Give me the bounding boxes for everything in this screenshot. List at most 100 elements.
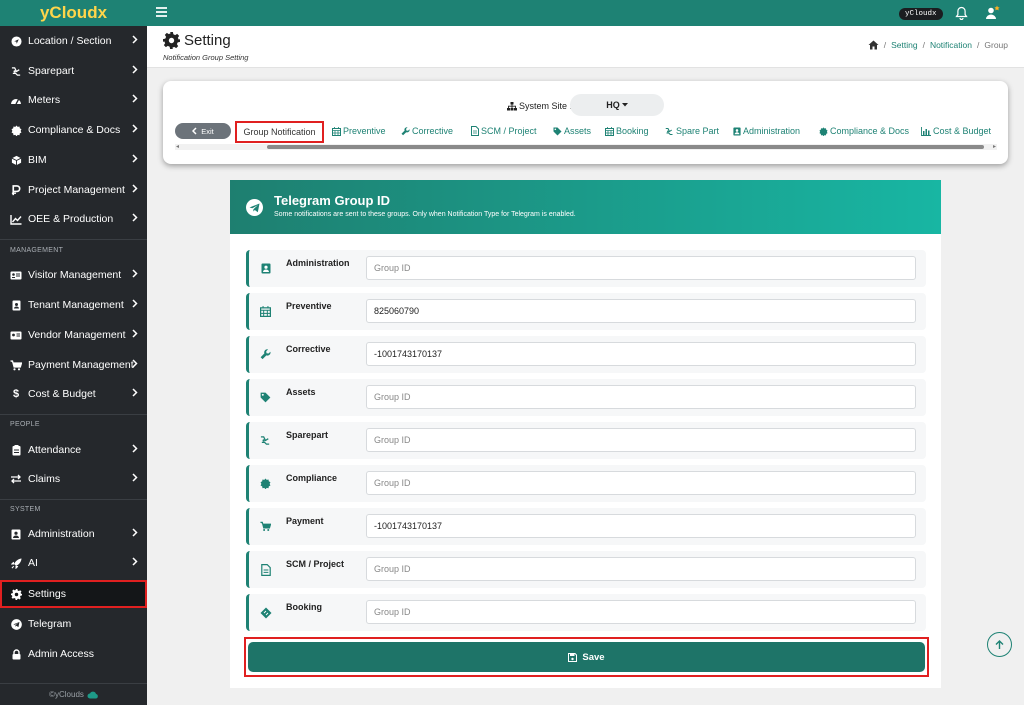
wrench-icon — [259, 348, 272, 361]
hamburger-menu-icon[interactable] — [155, 6, 168, 18]
row-label: Compliance — [286, 473, 338, 483]
section-heading-management: MANAGEMENT — [10, 247, 64, 254]
sparepart-group-id-input[interactable] — [366, 428, 916, 452]
sitemap-icon — [507, 101, 519, 111]
group-id-row-payment: Payment — [246, 508, 926, 545]
sidebar-item-attendance[interactable]: Attendance — [0, 436, 147, 464]
breadcrumb-setting[interactable]: Setting — [891, 40, 917, 50]
calendar-icon — [259, 305, 272, 318]
brand-logo[interactable]: yCloudx — [0, 0, 147, 26]
telegram-group-form: Administration Preventive Corrective Ass… — [230, 234, 941, 688]
sidebar-item-location[interactable]: Location / Section — [0, 27, 147, 55]
scrollbar-thumb[interactable] — [267, 145, 984, 149]
tab-cost-budget[interactable]: Cost & Budget — [921, 123, 991, 139]
scm-project-group-id-input[interactable] — [366, 557, 916, 581]
preventive-group-id-input[interactable] — [366, 299, 916, 323]
tab-label: Booking — [616, 126, 649, 136]
sidebar-item-compliance[interactable]: Compliance & Docs — [0, 116, 147, 144]
sidebar-item-label: AI — [28, 557, 38, 569]
sidebar-item-vendor-management[interactable]: Vendor Management — [0, 321, 147, 349]
copyright-text: ©yClouds — [49, 690, 84, 699]
tabs-scrollbar[interactable]: ◂ ▸ — [175, 144, 997, 150]
sidebar-item-visitor-management[interactable]: Visitor Management — [0, 261, 147, 289]
sidebar-item-label: Telegram — [28, 618, 72, 630]
sparepart-icon — [259, 434, 272, 447]
sidebar-item-administration[interactable]: Administration — [0, 520, 147, 548]
cart-icon — [10, 359, 22, 371]
user-badge[interactable]: yCloudx — [899, 8, 943, 20]
breadcrumb-notification[interactable]: Notification — [930, 40, 972, 50]
chevron-right-icon — [132, 388, 138, 397]
sidebar-item-meters[interactable]: Meters — [0, 86, 147, 114]
row-label: Corrective — [286, 344, 331, 354]
assets-group-id-input[interactable] — [366, 385, 916, 409]
chevron-right-icon — [132, 444, 138, 453]
chevron-right-icon — [132, 557, 138, 566]
sidebar-item-label: Settings — [28, 588, 66, 600]
tab-label: Corrective — [412, 126, 454, 136]
row-label: Assets — [286, 387, 316, 397]
caret-down-icon — [621, 103, 628, 107]
tag-icon — [553, 127, 564, 136]
user-icon[interactable] — [985, 5, 1000, 20]
sidebar-item-sparepart[interactable]: Sparepart — [0, 57, 147, 85]
sparepart-icon — [10, 65, 22, 77]
arrow-up-icon — [995, 639, 1004, 650]
cart-icon — [259, 520, 272, 533]
sidebar-item-ai[interactable]: AI — [0, 549, 147, 577]
scroll-to-top-button[interactable] — [987, 632, 1012, 657]
section-heading-system: SYSTEM — [10, 506, 41, 513]
sidebar-item-payment-management[interactable]: Payment Management — [0, 351, 147, 379]
sidebar-item-claims[interactable]: Claims — [0, 465, 147, 493]
tab-group-notification[interactable]: Group Notification — [235, 121, 324, 143]
exit-label: Exit — [201, 126, 214, 136]
telegram-icon — [246, 199, 263, 216]
sidebar-item-tenant-management[interactable]: Tenant Management — [0, 291, 147, 319]
system-site-label-text: System Site : — [519, 101, 573, 111]
topbar: yCloudx — [147, 0, 1024, 26]
group-id-row-booking: Booking — [246, 594, 926, 631]
dollar-icon: $ — [12, 388, 20, 400]
compliance-group-id-input[interactable] — [366, 471, 916, 495]
sidebar-item-settings[interactable]: Settings — [0, 580, 147, 608]
lock-icon — [10, 648, 22, 660]
bell-icon[interactable] — [955, 6, 968, 20]
sidebar-item-telegram[interactable]: Telegram — [0, 610, 147, 638]
tab-booking[interactable]: Booking — [605, 123, 649, 139]
tab-spare-part[interactable]: Spare Part — [665, 123, 719, 139]
corrective-group-id-input[interactable] — [366, 342, 916, 366]
document-icon — [471, 126, 481, 136]
tab-preventive[interactable]: Preventive — [332, 123, 386, 139]
administration-group-id-input[interactable] — [366, 256, 916, 280]
tab-corrective[interactable]: Corrective — [401, 123, 453, 139]
sidebar-item-label: Meters — [28, 94, 61, 106]
sidebar-divider — [0, 239, 147, 240]
tab-scm-project[interactable]: SCM / Project — [471, 123, 537, 139]
sidebar-item-oee-production[interactable]: OEE & Production — [0, 205, 147, 233]
sidebar-item-admin-access[interactable]: Admin Access — [0, 640, 147, 668]
scroll-right-arrow-icon[interactable]: ▸ — [993, 144, 996, 150]
system-site-select[interactable]: HQ — [570, 94, 664, 116]
home-icon[interactable] — [868, 40, 879, 50]
tab-assets[interactable]: Assets — [553, 123, 591, 139]
booking-group-id-input[interactable] — [366, 600, 916, 624]
sidebar-item-cost-budget[interactable]: $ Cost & Budget — [0, 380, 147, 408]
sidebar-divider — [0, 499, 147, 500]
group-id-row-sparepart: Sparepart — [246, 422, 926, 459]
payment-group-id-input[interactable] — [366, 514, 916, 538]
tag-icon — [259, 391, 272, 404]
sparepart-icon — [665, 127, 676, 136]
breadcrumb-separator: / — [883, 40, 887, 50]
exchange-icon — [10, 473, 22, 485]
sidebar-item-label: Location / Section — [28, 35, 112, 47]
save-button[interactable]: Save — [248, 642, 925, 672]
sidebar-item-project-management[interactable]: Project Management — [0, 176, 147, 204]
tab-administration[interactable]: Administration — [733, 123, 800, 139]
tab-compliance-docs[interactable]: Compliance & Docs — [819, 123, 909, 139]
chevron-right-icon — [132, 154, 138, 163]
sidebar-item-bim[interactable]: BIM — [0, 146, 147, 174]
row-label: Administration — [286, 258, 350, 268]
scroll-left-arrow-icon[interactable]: ◂ — [176, 144, 179, 150]
exit-button[interactable]: Exit — [175, 123, 231, 139]
chevron-right-icon — [132, 213, 138, 222]
